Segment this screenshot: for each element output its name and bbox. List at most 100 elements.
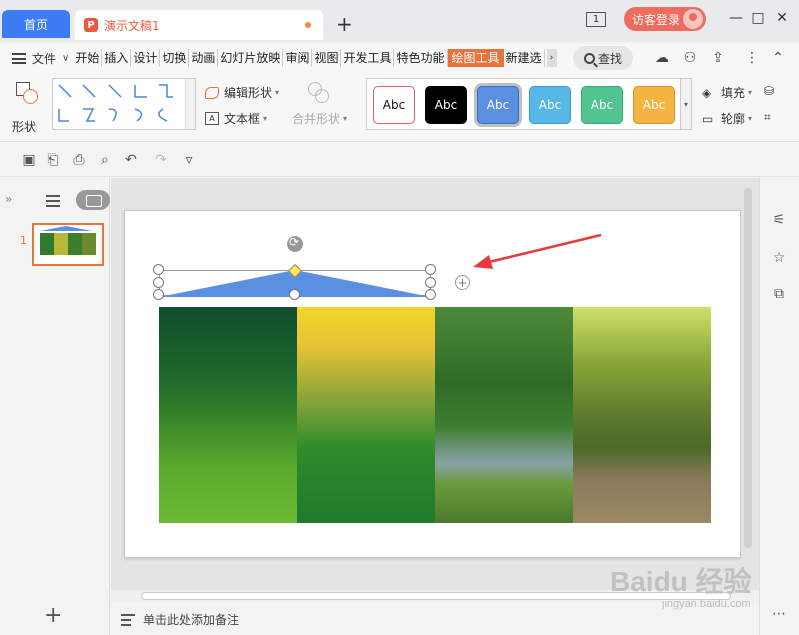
menu-tab-9[interactable]: 特色功能: [394, 49, 448, 67]
baidu-watermark: Baidu 经验: [610, 566, 752, 597]
shape-style-4[interactable]: Abc: [529, 86, 571, 124]
maximize-icon[interactable]: □: [748, 10, 768, 26]
merge-shape-label: 合并形状: [292, 112, 341, 126]
insert-shape-button[interactable]: 形状: [8, 80, 48, 136]
collapse-ribbon-icon[interactable]: ⌃: [769, 50, 787, 66]
chevron-down-icon: ∨: [62, 52, 70, 64]
format-painter-icon[interactable]: ⎗: [44, 152, 62, 168]
shape-style-2[interactable]: Abc: [425, 86, 467, 124]
rotate-handle-icon[interactable]: [287, 235, 303, 252]
quick-access-bar: ▣ ⎗ ⎙ ⌕ ↶ ↷ ▿: [0, 143, 799, 177]
collaborate-icon[interactable]: ⚇: [681, 50, 699, 66]
resize-handle-bottom-left[interactable]: [153, 289, 164, 300]
menu-tab-7[interactable]: 视图: [312, 49, 342, 67]
line-shapes-icon: [58, 84, 173, 122]
resize-handle-middle-left[interactable]: [153, 277, 164, 288]
shape-style-6[interactable]: Abc: [633, 86, 675, 124]
menu-tab-11[interactable]: 新建选: [504, 49, 545, 67]
fill-button[interactable]: ◈ 填充 ▾: [702, 84, 752, 101]
avatar-icon: [683, 9, 703, 29]
unsaved-indicator-icon: [305, 22, 311, 28]
file-menu[interactable]: 文件 ∨: [0, 50, 69, 67]
slide-thumbnail-preview: [40, 226, 96, 255]
effects-icon[interactable]: ⌗: [764, 110, 771, 125]
guest-login-label: 访客登录: [632, 12, 681, 27]
text-fill-icon[interactable]: ⛁: [764, 84, 774, 98]
redo-icon[interactable]: ↷: [152, 152, 170, 168]
fill-label: 填充: [721, 86, 746, 100]
resize-handle-bottom-right[interactable]: [425, 289, 436, 300]
print-icon[interactable]: ⎙: [70, 152, 88, 168]
guest-login-button[interactable]: 访客登录: [624, 7, 706, 31]
tab-home[interactable]: 首页: [2, 10, 70, 38]
menu-tab-0[interactable]: 开始: [73, 49, 103, 67]
forest-path-photo[interactable]: [573, 307, 711, 523]
shape-label: 形状: [12, 120, 37, 134]
shape-style-1[interactable]: Abc: [373, 86, 415, 124]
collapse-panel-icon[interactable]: »: [5, 192, 12, 206]
cloud-sync-icon[interactable]: ☁: [653, 50, 671, 66]
menu-tab-4[interactable]: 动画: [189, 49, 219, 67]
file-menu-label: 文件: [32, 51, 57, 66]
shape-style-3[interactable]: Abc: [477, 86, 519, 124]
shape-style-5[interactable]: Abc: [581, 86, 623, 124]
menu-tabs: 开始 插入 设计 切换 动画 幻灯片放映 审阅 视图 开发工具 特色功能 绘图工具 新建选: [73, 49, 545, 67]
outline-view-icon[interactable]: [46, 195, 60, 207]
edit-shape-icon: [205, 86, 219, 99]
slide[interactable]: +: [124, 210, 741, 558]
hamburger-icon: [12, 52, 26, 64]
resize-handle-top-left[interactable]: [153, 264, 164, 275]
presentation-logo-icon: P: [84, 18, 98, 32]
properties-icon[interactable]: ⚟: [770, 212, 788, 228]
minimize-icon[interactable]: —: [726, 10, 746, 26]
vertical-scrollbar[interactable]: [741, 178, 755, 590]
window-count-badge[interactable]: 1: [586, 12, 606, 27]
edit-shape-button[interactable]: 编辑形状 ▾: [205, 84, 279, 101]
vertical-scroll-thumb[interactable]: [744, 188, 752, 548]
menu-tab-6[interactable]: 审阅: [283, 49, 313, 67]
line-shapes-gallery[interactable]: [52, 78, 196, 130]
transition-icon[interactable]: ⧉: [770, 286, 788, 302]
slide-thumbnail[interactable]: [32, 223, 104, 266]
edit-shape-label: 编辑形状: [224, 86, 273, 100]
close-icon[interactable]: ✕: [772, 10, 792, 26]
resize-handle-bottom-center[interactable]: [289, 289, 300, 300]
thumbnail-view-icon[interactable]: [76, 190, 110, 210]
add-slide-button[interactable]: +: [44, 603, 62, 628]
more-tools-icon[interactable]: ⋯: [770, 606, 788, 622]
gallery-scroll[interactable]: [185, 79, 195, 129]
undo-icon[interactable]: ↶: [122, 152, 140, 168]
menu-tab-5[interactable]: 幻灯片放映: [218, 49, 284, 67]
share-icon[interactable]: ⇪: [709, 50, 727, 66]
resize-handle-middle-right[interactable]: [425, 277, 436, 288]
menu-tab-2[interactable]: 设计: [131, 49, 161, 67]
animation-icon[interactable]: ☆: [770, 250, 788, 266]
outline-button[interactable]: ▭ 轮廓 ▾: [702, 110, 752, 127]
annotation-arrow: [473, 233, 602, 269]
textbox-icon: A: [205, 112, 219, 125]
image-strip[interactable]: [159, 307, 711, 523]
more-options-icon[interactable]: ⋮: [743, 50, 761, 66]
more-tabs-icon[interactable]: ›: [546, 49, 557, 67]
grass-photo[interactable]: [297, 307, 435, 523]
menu-tab-1[interactable]: 插入: [102, 49, 132, 67]
print-preview-icon[interactable]: ⌕: [96, 152, 114, 168]
save-icon[interactable]: ▣: [20, 152, 38, 168]
textbox-button[interactable]: A 文本框 ▾: [205, 110, 267, 127]
new-tab-button[interactable]: +: [336, 13, 353, 35]
forest-hill-photo[interactable]: [159, 307, 297, 523]
merge-shape-button[interactable]: 合并形状 ▾: [292, 110, 347, 127]
menu-tab-8[interactable]: 开发工具: [341, 49, 395, 67]
menu-tab-3[interactable]: 切换: [160, 49, 190, 67]
customize-toolbar-icon[interactable]: ▿: [180, 152, 198, 168]
menu-tab-10[interactable]: 绘图工具: [447, 49, 504, 67]
style-gallery-more-icon[interactable]: ▾: [680, 78, 692, 130]
tab-document[interactable]: P 演示文稿1: [75, 10, 323, 40]
quick-add-icon[interactable]: +: [455, 275, 470, 290]
tab-home-label: 首页: [23, 17, 48, 32]
outline-icon: ▭: [702, 112, 714, 126]
resize-handle-top-right[interactable]: [425, 264, 436, 275]
menu-bar: 文件 ∨ 开始 插入 设计 切换 动画 幻灯片放映 审阅 视图 开发工具 特色功能 绘图工具 新建选 …: [0, 44, 799, 72]
tree-pond-photo[interactable]: [435, 307, 573, 523]
search-button[interactable]: 查找: [573, 46, 633, 70]
